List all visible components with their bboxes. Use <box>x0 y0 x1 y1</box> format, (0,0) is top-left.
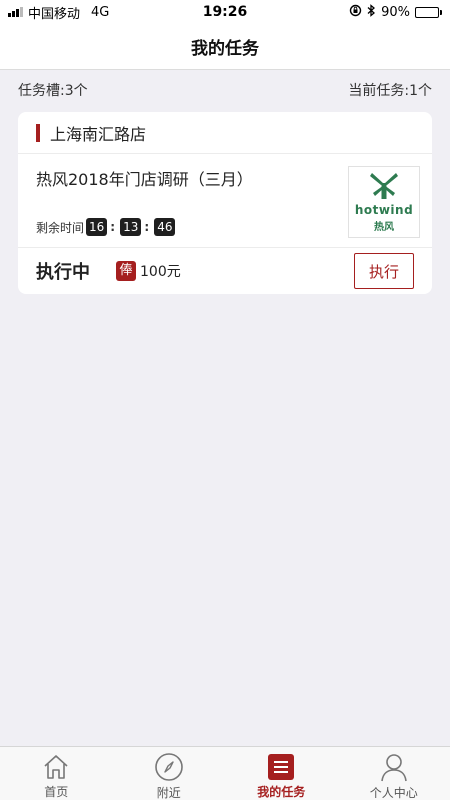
status-left: 中国移动 4G <box>8 3 109 22</box>
battery-icon <box>415 6 442 18</box>
brand-logo-cn: 热风 <box>374 222 394 233</box>
execute-button[interactable]: 执行 <box>354 253 414 289</box>
tab-profile[interactable]: 个人中心 <box>338 747 450 800</box>
list-icon <box>266 752 296 781</box>
tab-home[interactable]: 首页 <box>0 747 113 800</box>
countdown-hours: 16 <box>86 218 108 236</box>
brand-logo: hotwind 热风 <box>348 166 420 238</box>
windmill-icon <box>370 173 398 199</box>
task-summary: 任务槽:3个 当前任务:1个 <box>0 70 450 110</box>
task-footer: 执行中 俸 100元 执行 <box>18 248 432 294</box>
carrier-label: 中国移动 <box>28 6 81 22</box>
status-right: 90% <box>349 3 442 21</box>
countdown-minutes: 13 <box>120 218 142 236</box>
status-bar: 中国移动 4G 19:26 90% <box>0 0 450 24</box>
rotation-lock-icon <box>349 4 362 21</box>
brand-logo-text: hotwind <box>354 203 414 217</box>
tab-label: 我的任务 <box>257 785 306 799</box>
task-slots-label: 任务槽:3个 <box>18 83 88 99</box>
remaining-time-label: 剩余时间 <box>36 220 85 235</box>
signal-icon <box>8 7 23 17</box>
task-status: 执行中 <box>36 262 90 283</box>
compass-icon <box>154 752 184 782</box>
reward-badge-icon: 俸 <box>116 261 136 281</box>
tab-bar: 首页 附近 我的任务 个人中心 <box>0 746 450 800</box>
page-title: 我的任务 <box>191 39 259 59</box>
store-name: 上海南汇路店 <box>50 124 147 144</box>
home-icon <box>41 752 71 781</box>
countdown-seconds: 46 <box>154 218 176 236</box>
person-icon <box>379 752 409 782</box>
countdown: 剩余时间 16 : 13 : 46 <box>36 218 176 236</box>
tab-label: 个人中心 <box>369 786 418 800</box>
nav-bar: 我的任务 <box>0 24 450 70</box>
network-label: 4G <box>91 4 110 20</box>
tab-nearby[interactable]: 附近 <box>113 747 226 800</box>
task-card[interactable]: 上海南汇路店 热风2018年门店调研（三月） 剩余时间 16 : 13 : 46… <box>18 112 432 294</box>
battery-percent: 90% <box>381 4 410 20</box>
store-accent-bar <box>36 123 40 142</box>
tab-label: 首页 <box>44 785 69 799</box>
task-title: 热风2018年门店调研（三月） <box>36 170 253 189</box>
bluetooth-icon <box>367 3 376 21</box>
countdown-separator: : <box>110 220 116 234</box>
countdown-separator: : <box>144 220 150 234</box>
task-body[interactable]: 热风2018年门店调研（三月） 剩余时间 16 : 13 : 46 hotwin… <box>18 154 432 248</box>
tab-label: 附近 <box>156 786 181 800</box>
store-header: 上海南汇路店 <box>18 112 432 154</box>
tab-my-tasks[interactable]: 我的任务 <box>225 747 338 800</box>
reward-amount: 100元 <box>140 264 181 280</box>
current-tasks-label: 当前任务:1个 <box>348 83 432 99</box>
